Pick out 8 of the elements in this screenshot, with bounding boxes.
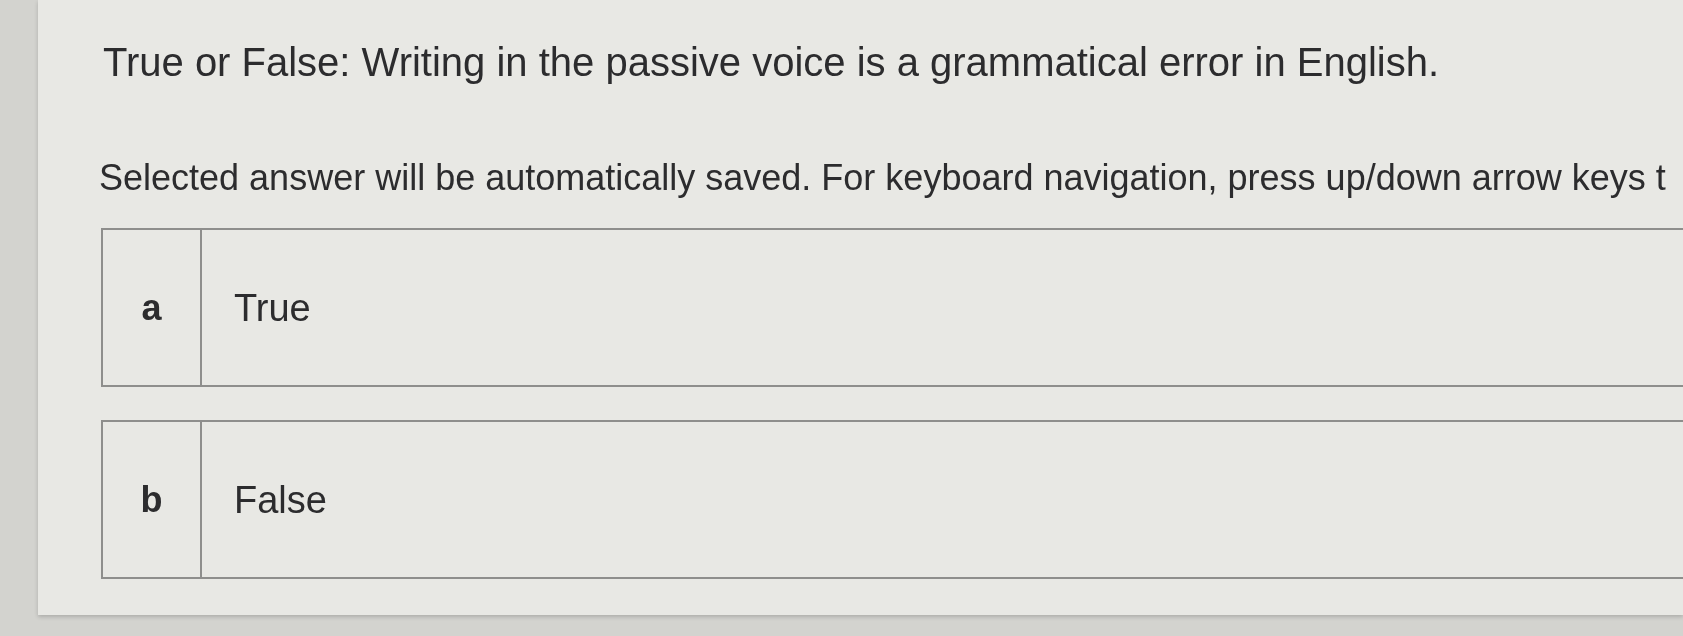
option-text: True	[234, 285, 311, 330]
option-letter: a	[141, 286, 162, 329]
option-letter: b	[140, 478, 163, 521]
option-text: False	[234, 477, 327, 522]
answer-option[interactable]: a True	[101, 228, 1683, 387]
answer-option[interactable]: b False	[101, 420, 1683, 579]
instructions-text: Selected answer will be automatically saved. For keyboard navigation, press up/down arrow keys t	[99, 157, 1666, 199]
question-text: True or False: Writing in the passive voice is a grammatical error in English.	[103, 39, 1440, 86]
